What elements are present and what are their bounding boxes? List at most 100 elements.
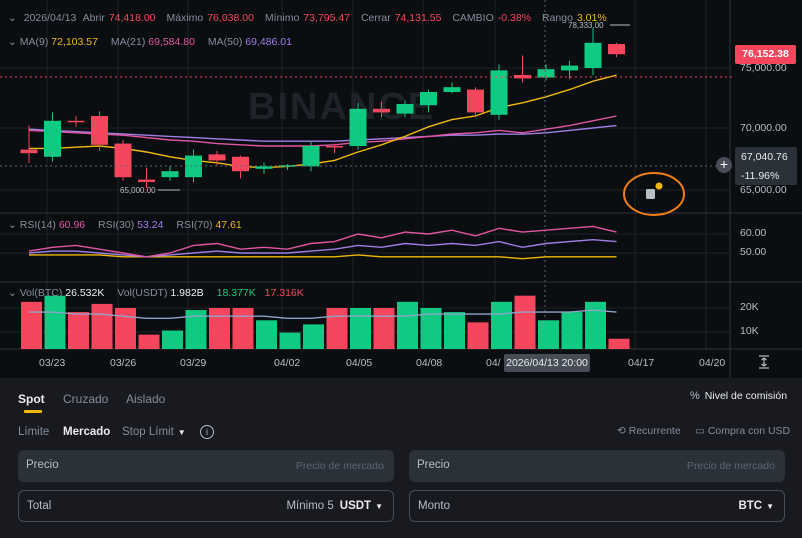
volume-tick: 10K xyxy=(740,325,759,337)
candle-body xyxy=(302,146,320,167)
candle-body xyxy=(114,143,132,178)
card-icon: ▭ xyxy=(695,425,705,437)
volume-bar xyxy=(138,334,160,349)
volume-bar xyxy=(115,308,136,349)
candle-body xyxy=(490,70,508,115)
candle-body xyxy=(232,156,249,172)
ohlc-change: -0.38% xyxy=(497,12,532,24)
candle-body xyxy=(467,89,484,113)
chevron-down-icon: ▼ xyxy=(375,502,383,511)
date-tick: 04/02 xyxy=(274,357,301,369)
rsi-tick: 50.00 xyxy=(740,246,767,258)
date-tick: 03/29 xyxy=(180,357,207,369)
candle-body xyxy=(396,104,414,114)
order-type-market[interactable]: Mercado xyxy=(63,426,110,438)
candle-body xyxy=(349,108,367,146)
volume-bar xyxy=(585,301,606,349)
volume-bar xyxy=(491,301,512,349)
order-type-stop-limit[interactable]: Stop Límit ▼ xyxy=(122,426,186,438)
active-tab-indicator xyxy=(24,410,42,413)
volume-bar xyxy=(350,308,371,349)
ohlc-close: 74,131.55 xyxy=(394,12,442,24)
percent-icon: % xyxy=(690,390,700,402)
low-marker: 65,000.00 xyxy=(120,186,156,195)
volume-legend: ⌄ Vol(BTC) 26.532K Vol(USDT) 1.982B 18.3… xyxy=(8,287,304,299)
date-tick: 03/23 xyxy=(39,357,66,369)
collapse-icon[interactable]: ⌄ xyxy=(8,12,17,24)
candle-body xyxy=(373,108,390,113)
volume-bar xyxy=(326,308,348,349)
total-input[interactable]: Total Mínimo 5 USDT ▼ xyxy=(18,490,394,522)
event-dot xyxy=(655,182,663,190)
crosshair-price-tag: 67,040.76 -11.96% xyxy=(735,147,797,185)
ohlc-high: 76,038.00 xyxy=(207,12,254,24)
rsi-legend: ⌄ RSI(14) 60.96 RSI(30) 53.24 RSI(70) 47… xyxy=(8,219,242,231)
date-tick: 04/20 xyxy=(699,357,726,369)
chart-area[interactable]: BINANCE ⌄ 2026/04/13 Abrir 74,418.00 Máxi… xyxy=(0,0,802,378)
tab-spot[interactable]: Spot xyxy=(18,392,45,406)
price-tick: 65,000.00 xyxy=(740,184,787,196)
volume-bar xyxy=(256,320,277,349)
ohlc-legend: ⌄ 2026/04/13 Abrir 74,418.00 Máximo 76,038… xyxy=(8,12,607,24)
volume-bar xyxy=(561,312,583,349)
volume-bar xyxy=(444,312,465,349)
candle-body xyxy=(537,69,555,78)
recurring-icon: ⟲ xyxy=(617,425,626,437)
candle-body xyxy=(608,44,625,55)
volume-bar xyxy=(279,332,301,349)
tab-isolated[interactable]: Aislado xyxy=(126,392,165,406)
volume-bar xyxy=(303,324,324,349)
ohlc-date: 2026/04/13 xyxy=(23,12,77,24)
rsi70-line xyxy=(29,254,617,260)
buy-price-field[interactable]: Precio Precio de mercado xyxy=(18,450,394,482)
candle-body xyxy=(561,65,578,71)
volume-bar xyxy=(91,303,113,349)
fee-level-link[interactable]: % Nivel de comisión xyxy=(690,390,787,402)
candle-body xyxy=(44,120,61,157)
tab-cross[interactable]: Cruzado xyxy=(63,392,108,406)
chevron-down-icon: ▼ xyxy=(177,428,186,437)
order-type-limit[interactable]: Límite xyxy=(18,426,49,438)
date-tick: 03/26 xyxy=(110,357,137,369)
volume-bar xyxy=(373,308,395,349)
ma-legend: ⌄ MA(9) 72,103.57 MA(21) 69,584.80 MA(50… xyxy=(8,36,292,48)
amount-unit-select[interactable]: BTC xyxy=(738,500,762,512)
add-alert-button[interactable]: + xyxy=(716,157,732,173)
volume-tick: 20K xyxy=(740,301,759,313)
candle-body xyxy=(138,179,155,182)
high-marker: 78,333.00 xyxy=(568,21,604,30)
candle-body xyxy=(91,116,108,145)
collapse-icon[interactable]: ⌄ xyxy=(8,36,17,48)
chevron-down-icon: ▼ xyxy=(766,502,774,511)
volume-bar xyxy=(68,312,89,349)
reset-scale-icon[interactable] xyxy=(757,355,771,369)
candle-body xyxy=(185,155,202,178)
sell-price-field[interactable]: Precio Precio de mercado xyxy=(409,450,785,482)
recurring-link[interactable]: ⟲ Recurrente xyxy=(617,425,681,437)
volume-bar xyxy=(232,308,254,349)
date-tick: 04/05 xyxy=(346,357,373,369)
candle-body xyxy=(420,92,437,106)
candle-body xyxy=(208,154,226,161)
event-icon xyxy=(646,189,655,199)
ohlc-low: 73,795.47 xyxy=(303,12,351,24)
collapse-icon[interactable]: ⌄ xyxy=(8,219,17,231)
volume-bar xyxy=(538,320,559,349)
date-tick: 04/ xyxy=(486,357,501,369)
volume-bar xyxy=(21,301,42,349)
info-icon[interactable]: i xyxy=(200,425,214,439)
buy-with-usd-link[interactable]: ▭ Compra con USD xyxy=(695,425,790,437)
candle-body xyxy=(443,87,461,92)
volume-bar xyxy=(397,301,418,349)
volume-bar xyxy=(44,295,66,349)
price-tick: 70,000.00 xyxy=(740,122,787,134)
ohlc-open: 74,418.00 xyxy=(108,12,156,24)
candle-body xyxy=(20,149,38,154)
rsi-tick: 60.00 xyxy=(740,227,767,239)
total-unit-select[interactable]: USDT xyxy=(340,500,371,512)
candle-body xyxy=(67,120,85,123)
crosshair-date-tag: 2026/04/13 20:00 xyxy=(504,354,590,372)
volume-bar xyxy=(162,330,183,349)
amount-input[interactable]: Monto BTC ▼ xyxy=(409,490,785,522)
collapse-icon[interactable]: ⌄ xyxy=(8,287,17,299)
